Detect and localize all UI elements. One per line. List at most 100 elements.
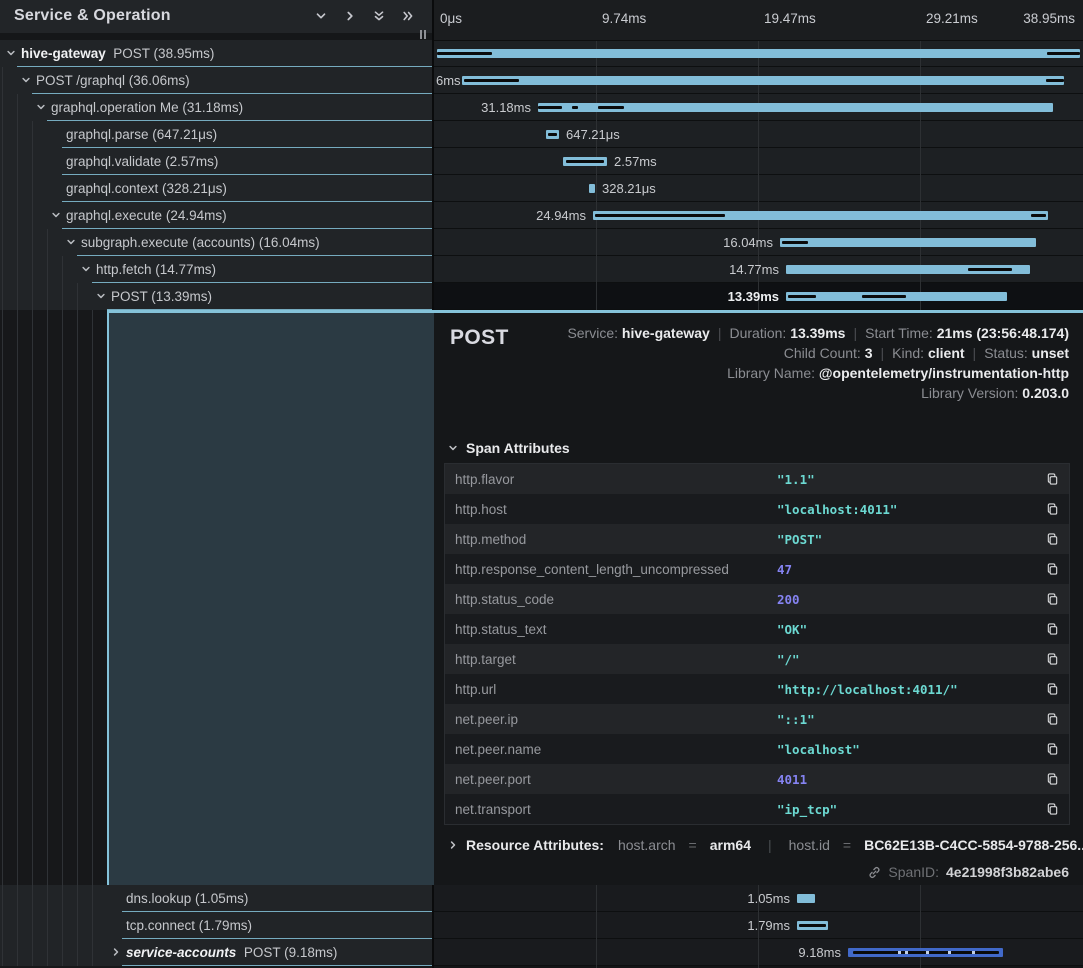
meta-label: Library Name: (727, 365, 819, 381)
indent-guide (32, 202, 33, 229)
child-span-dot (898, 951, 901, 954)
span-tree-row[interactable]: POST /graphql (36.06ms) (0, 67, 432, 94)
indent-guide (32, 912, 33, 939)
copy-icon[interactable] (1046, 532, 1059, 546)
indent-guide (2, 202, 3, 229)
critical-path-segment (788, 295, 816, 298)
ruler-tick-label: 0μs (440, 11, 462, 26)
copy-icon[interactable] (1046, 682, 1059, 696)
span-name-label: http.fetch (14.77ms) (96, 256, 216, 283)
span-tree-row[interactable]: tcp.connect (1.79ms) (0, 912, 432, 939)
span-tree-row[interactable]: hive-gateway POST (38.95ms) (0, 40, 432, 67)
span-duration-bar[interactable] (780, 238, 1036, 247)
collapse-one-icon[interactable] (315, 10, 327, 22)
copy-icon[interactable] (1046, 742, 1059, 756)
meta-value: 13.39ms (790, 325, 845, 341)
span-duration-bar[interactable] (848, 948, 1003, 957)
span-name-label: service-accounts POST (9.18ms) (126, 939, 337, 966)
attribute-row: net.transport"ip_tcp" (445, 794, 1069, 824)
indent-guide (77, 885, 78, 912)
indent-guide (47, 885, 48, 912)
indent-guide (2, 67, 3, 94)
span-duration-label: 13.39ms (728, 283, 779, 310)
span-duration-bar[interactable] (462, 76, 1064, 85)
span-tree-row[interactable]: graphql.parse (647.21μs) (0, 121, 432, 148)
span-tree-row[interactable]: graphql.context (328.21μs) (0, 175, 432, 202)
span-duration-bar[interactable] (593, 211, 1048, 220)
collapse-span-icon[interactable] (51, 210, 61, 220)
chevron-right-icon[interactable] (448, 840, 458, 850)
expand-one-icon[interactable] (344, 10, 356, 22)
collapse-span-icon[interactable] (6, 48, 16, 58)
expand-span-icon[interactable] (111, 947, 121, 957)
copy-icon[interactable] (1046, 562, 1059, 576)
collapse-all-icon[interactable] (373, 10, 385, 22)
span-duration-bar[interactable] (589, 184, 595, 193)
critical-path-segment (548, 133, 557, 136)
indent-guide (32, 283, 33, 310)
indent-guide (92, 885, 93, 912)
copy-icon[interactable] (1046, 712, 1059, 726)
indent-guide (92, 310, 93, 885)
span-tree-row[interactable]: subgraph.execute (accounts) (16.04ms) (0, 229, 432, 256)
span-tree-row[interactable]: POST (13.39ms) (0, 283, 432, 310)
copy-icon[interactable] (1046, 502, 1059, 516)
span-duration-bar[interactable] (797, 894, 815, 903)
copy-icon[interactable] (1046, 472, 1059, 486)
indent-guide (62, 885, 63, 912)
attribute-row: http.host"localhost:4011" (445, 494, 1069, 524)
copy-icon[interactable] (1046, 802, 1059, 816)
span-tree-row[interactable]: graphql.operation Me (31.18ms) (0, 94, 432, 121)
indent-guide (77, 310, 78, 885)
indent-guide (17, 283, 18, 310)
meta-value: 3 (865, 345, 873, 361)
span-duration-label: 31.18ms (481, 94, 531, 121)
collapse-span-icon[interactable] (81, 264, 91, 274)
attribute-key: http.status_text (445, 622, 777, 637)
collapse-span-icon[interactable] (66, 237, 76, 247)
copy-icon[interactable] (1046, 772, 1059, 786)
collapse-span-icon[interactable] (36, 102, 46, 112)
copy-icon[interactable] (1046, 652, 1059, 666)
attribute-key: http.method (445, 532, 777, 547)
attribute-key: http.host (445, 502, 777, 517)
copy-icon[interactable] (1046, 622, 1059, 636)
critical-path-segment (572, 106, 578, 109)
link-icon[interactable] (868, 866, 881, 879)
span-duration-bar[interactable] (563, 157, 607, 166)
span-duration-bar[interactable] (437, 49, 1080, 58)
span-tree-row[interactable]: graphql.execute (24.94ms) (0, 202, 432, 229)
span-duration-bar[interactable] (546, 130, 559, 139)
span-tree-row[interactable]: http.fetch (14.77ms) (0, 256, 432, 283)
span-name-label: graphql.operation Me (31.18ms) (51, 94, 243, 121)
resource-key: host.id (789, 837, 830, 853)
attribute-value: "localhost" (777, 742, 860, 757)
collapse-span-icon[interactable] (21, 75, 31, 85)
meta-separator: | (718, 325, 722, 341)
indent-guide (47, 939, 48, 966)
span-tree-row[interactable]: service-accounts POST (9.18ms) (0, 939, 432, 966)
span-duration-bar[interactable] (797, 921, 828, 930)
indent-guide (2, 310, 3, 885)
span-id-value: 4e21998f3b82abe6 (946, 864, 1069, 880)
collapse-span-icon[interactable] (96, 291, 106, 301)
copy-icon[interactable] (1046, 592, 1059, 606)
meta-label: Duration: (729, 325, 790, 341)
critical-path-segment (598, 106, 624, 109)
span-duration-bar[interactable] (786, 292, 1007, 301)
span-duration-bar[interactable] (538, 103, 1053, 112)
span-attributes-toggle[interactable]: Span Attributes (448, 440, 570, 456)
span-attributes-title: Span Attributes (466, 440, 570, 456)
attribute-value: "::1" (777, 712, 815, 727)
indent-guide (17, 256, 18, 283)
span-duration-bar[interactable] (786, 265, 1030, 274)
span-tree-row[interactable]: graphql.validate (2.57ms) (0, 148, 432, 175)
span-tree-row[interactable]: dns.lookup (1.05ms) (0, 885, 432, 912)
span-duration-label: 1.79ms (747, 912, 790, 939)
indent-guide (17, 148, 18, 175)
expand-all-icon[interactable] (402, 10, 414, 22)
chevron-down-icon (448, 443, 458, 453)
critical-path-segment (968, 268, 1012, 271)
column-resize-handle[interactable] (420, 30, 426, 39)
critical-path-segment (862, 295, 906, 298)
